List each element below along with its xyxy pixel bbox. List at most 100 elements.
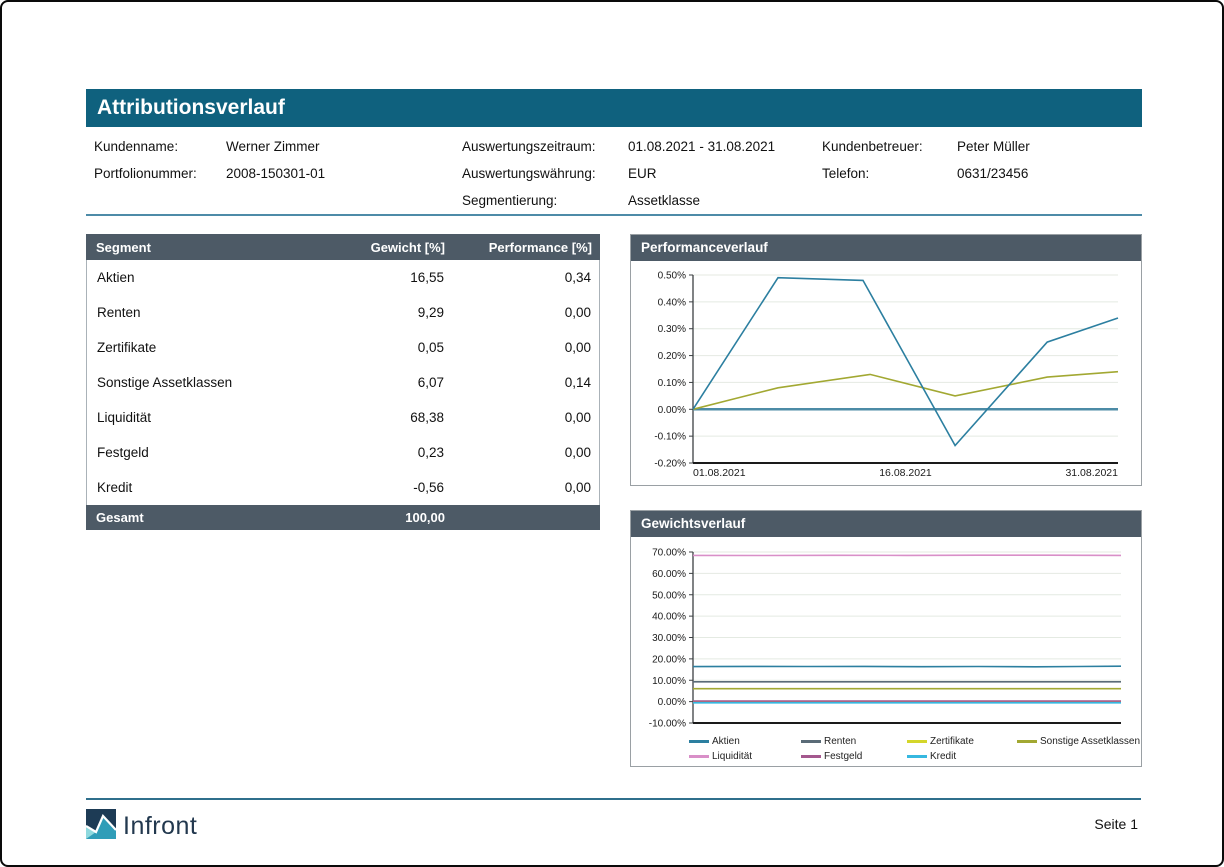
svg-text:31.08.2021: 31.08.2021 (1065, 467, 1118, 479)
table-header-row: Segment Gewicht [%] Performance [%] (86, 234, 600, 260)
info-value: Peter Müller (957, 139, 1030, 154)
cell-gewicht: 0,05 (326, 340, 449, 355)
svg-text:0.10%: 0.10% (658, 378, 686, 389)
cell-segment: Zertifikate (87, 340, 326, 355)
cell-gewicht: 68,38 (326, 410, 449, 425)
svg-text:30.00%: 30.00% (652, 633, 686, 644)
legend-swatch (907, 740, 927, 743)
table-row: Festgeld0,230,00 (87, 435, 599, 470)
infront-logo: Infront (86, 809, 197, 844)
svg-text:0.20%: 0.20% (658, 351, 686, 362)
weights-chart-panel: Gewichtsverlauf 70.00%60.00%50.00%40.00%… (630, 510, 1142, 767)
legend-item: Aktien (689, 736, 801, 747)
cell-performance: 0,00 (449, 305, 599, 320)
cell-performance: 0,14 (449, 375, 599, 390)
infront-logo-icon (86, 809, 116, 844)
legend-label: Liquidität (712, 751, 752, 762)
cell-gewicht: 16,55 (326, 270, 449, 285)
legend-swatch (1017, 740, 1037, 743)
svg-text:0.00%: 0.00% (658, 697, 686, 708)
cell-performance: 0,00 (449, 410, 599, 425)
legend-item: Kredit (907, 751, 1017, 762)
table-header-performance: Performance [%] (450, 240, 600, 255)
legend-swatch (801, 755, 821, 758)
svg-text:16.08.2021: 16.08.2021 (879, 467, 932, 479)
legend-label: Festgeld (824, 751, 862, 762)
info-label: Kundenbetreuer: (822, 139, 957, 154)
legend-item: Liquidität (689, 751, 801, 762)
legend-label: Kredit (930, 751, 956, 762)
info-separator (86, 214, 1142, 216)
info-row: Telefon:0631/23456 (822, 160, 1142, 187)
table-header-segment: Segment (86, 240, 327, 255)
info-value: 01.08.2021 - 31.08.2021 (628, 139, 775, 154)
info-section: Kundenname:Werner ZimmerPortfolionummer:… (94, 133, 1142, 214)
cell-segment: Festgeld (87, 445, 326, 460)
legend-swatch (689, 740, 709, 743)
info-row: Kundenname:Werner Zimmer (94, 133, 462, 160)
info-value: Werner Zimmer (226, 139, 320, 154)
svg-text:10.00%: 10.00% (652, 676, 686, 687)
table-row: Renten9,290,00 (87, 295, 599, 330)
info-label: Kundenname: (94, 139, 226, 154)
svg-text:01.08.2021: 01.08.2021 (693, 467, 746, 479)
info-label: Auswertungswährung: (462, 166, 628, 181)
legend-label: Sonstige Assetklassen (1040, 736, 1140, 747)
cell-segment: Aktien (87, 270, 326, 285)
svg-text:60.00%: 60.00% (652, 569, 686, 580)
info-label: Telefon: (822, 166, 957, 181)
legend-label: Zertifikate (930, 736, 974, 747)
table-row: Sonstige Assetklassen6,070,14 (87, 365, 599, 400)
info-column: Kundenbetreuer:Peter MüllerTelefon:0631/… (822, 133, 1142, 214)
info-label: Auswertungszeitraum: (462, 139, 628, 154)
legend-swatch (801, 740, 821, 743)
page-number: Seite 1 (1094, 816, 1138, 832)
cell-gewicht: 6,07 (326, 375, 449, 390)
svg-text:-0.10%: -0.10% (654, 432, 686, 443)
table-row: Kredit-0,560,00 (87, 470, 599, 505)
legend-swatch (907, 755, 927, 758)
info-label: Portfolionummer: (94, 166, 226, 181)
cell-segment: Kredit (87, 480, 326, 495)
legend-item: Zertifikate (907, 736, 1017, 747)
report-page: Attributionsverlauf Kundenname:Werner Zi… (0, 0, 1224, 867)
legend-label: Renten (824, 736, 856, 747)
legend-item: Sonstige Assetklassen (1017, 736, 1141, 747)
legend-swatch (689, 755, 709, 758)
segment-table: Segment Gewicht [%] Performance [%] Akti… (86, 234, 600, 530)
cell-gewicht: 0,23 (326, 445, 449, 460)
svg-text:70.00%: 70.00% (652, 548, 686, 559)
cell-gewicht: 9,29 (326, 305, 449, 320)
cell-segment: Sonstige Assetklassen (87, 375, 326, 390)
svg-text:50.00%: 50.00% (652, 590, 686, 601)
info-value: 0631/23456 (957, 166, 1028, 181)
table-header-gewicht: Gewicht [%] (327, 240, 450, 255)
footer-separator (86, 798, 1141, 800)
svg-text:-10.00%: -10.00% (649, 719, 686, 730)
info-row: Segmentierung:Assetklasse (462, 187, 822, 214)
svg-text:0.40%: 0.40% (658, 297, 686, 308)
weights-line-chart: 70.00% 60.00% 50.00% 40.00% 30.00% 20.00% 10.0… (631, 537, 1141, 733)
performance-chart-title: Performanceverlauf (631, 235, 1141, 261)
legend-label: Aktien (712, 736, 740, 747)
table-footer-gewicht: 100,00 (327, 510, 450, 525)
performance-chart-panel: Performanceverlauf 0.50%0.40%0.30%0.20%0… (630, 234, 1142, 486)
logo-text: Infront (123, 812, 197, 841)
table-footer-row: Gesamt 100,00 (86, 505, 600, 530)
svg-text:40.00%: 40.00% (652, 612, 686, 623)
info-value: EUR (628, 166, 657, 181)
cell-gewicht: -0,56 (326, 480, 449, 495)
info-value: Assetklasse (628, 193, 700, 208)
svg-text:0.30%: 0.30% (658, 324, 686, 335)
page-title: Attributionsverlauf (86, 89, 1142, 127)
info-label: Segmentierung: (462, 193, 628, 208)
table-footer-label: Gesamt (86, 510, 327, 525)
svg-text:20.00%: 20.00% (652, 654, 686, 665)
svg-text:0.00%: 0.00% (658, 405, 686, 416)
info-row: Auswertungszeitraum:01.08.2021 - 31.08.2… (462, 133, 822, 160)
info-value: 2008-150301-01 (226, 166, 325, 181)
table-row: Liquidität68,380,00 (87, 400, 599, 435)
table-row: Aktien16,550,34 (87, 260, 599, 295)
legend-item: Festgeld (801, 751, 907, 762)
cell-performance: 0,00 (449, 340, 599, 355)
